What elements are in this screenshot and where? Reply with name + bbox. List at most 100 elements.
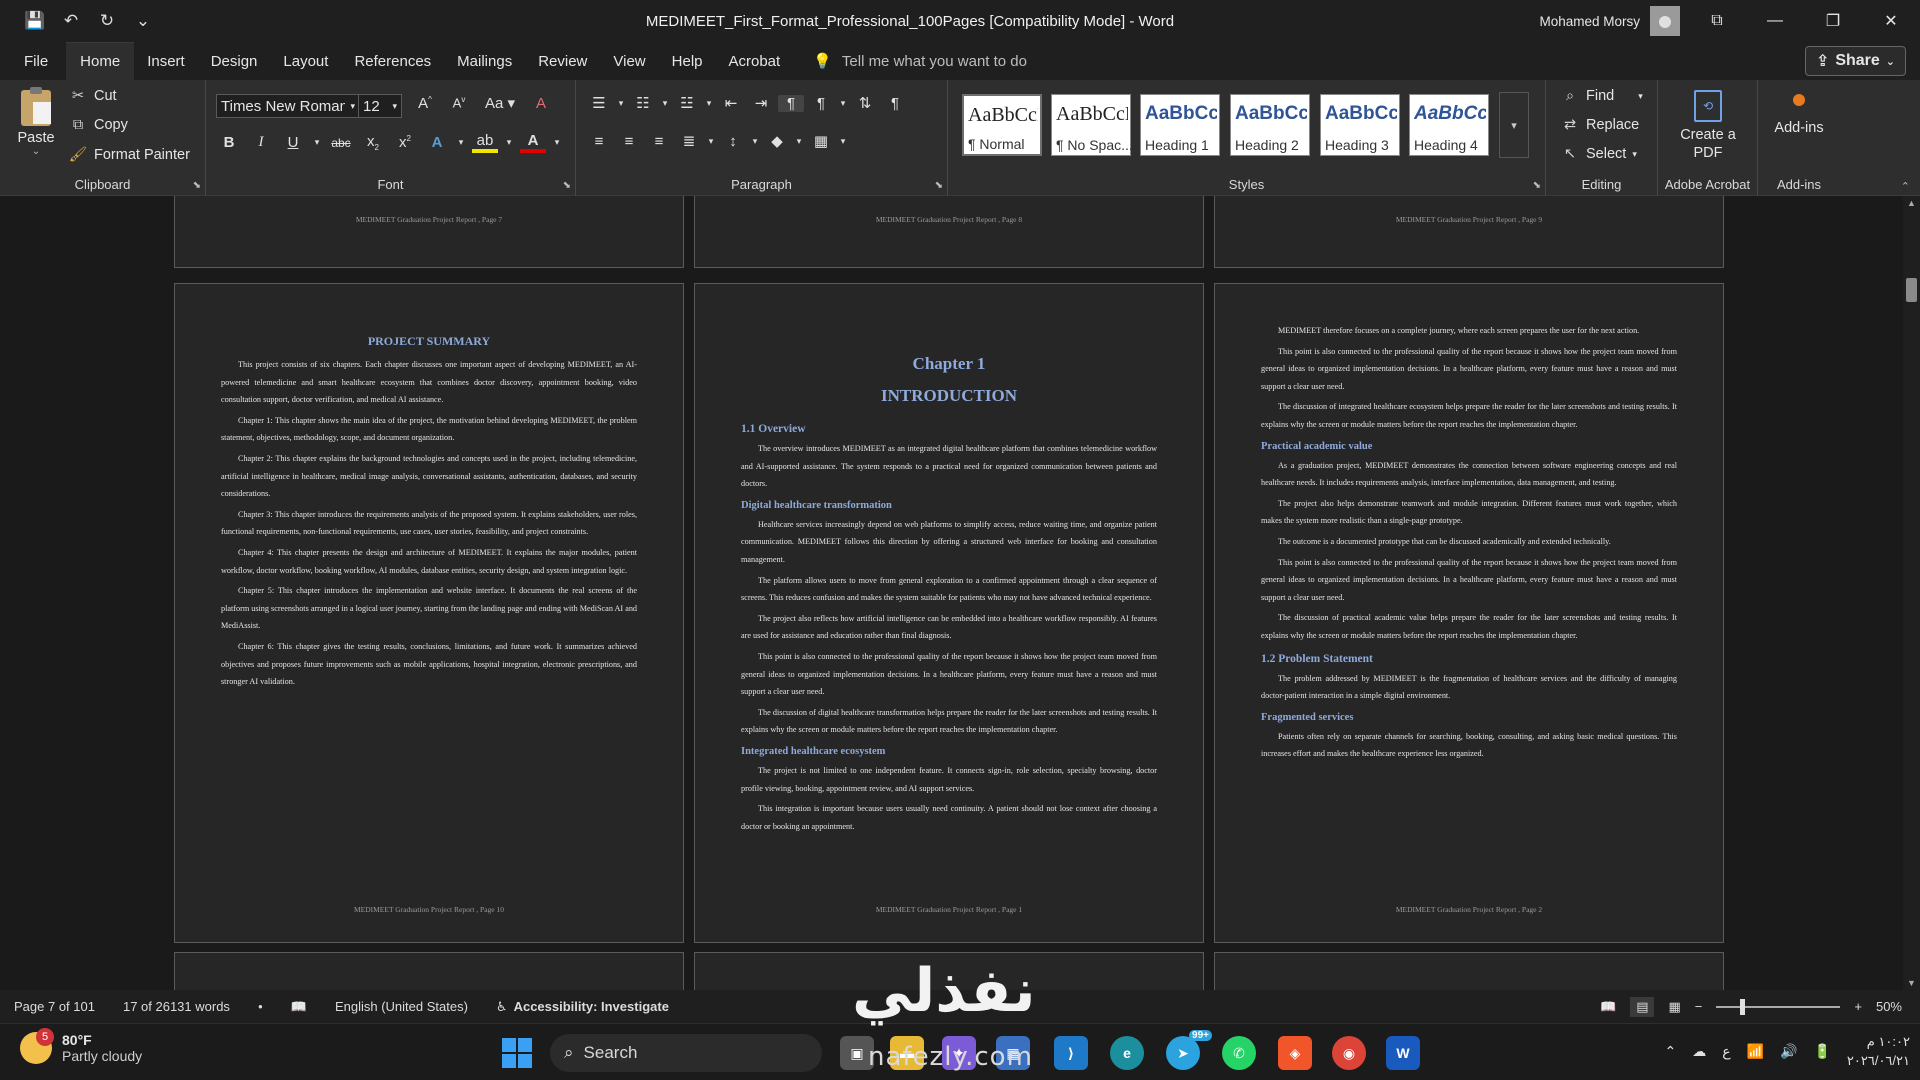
chevron-down-icon[interactable]: ▾: [838, 136, 848, 147]
font-size-combo[interactable]: 12 ▾: [358, 94, 402, 118]
sort-icon[interactable]: ⇅: [852, 94, 878, 112]
paste-button[interactable]: Paste ⌄: [14, 87, 58, 157]
style-heading-2[interactable]: AaBbCcD Heading 2: [1230, 94, 1310, 156]
style-normal[interactable]: AaBbCcI ¶ Normal: [962, 94, 1042, 156]
minimize-button[interactable]: —: [1746, 0, 1804, 42]
cloud-icon[interactable]: ☁: [1692, 1043, 1706, 1060]
input-language[interactable]: ع: [1722, 1043, 1730, 1060]
strikethrough-icon[interactable]: abc: [328, 136, 354, 150]
redo-icon[interactable]: ↻: [96, 11, 118, 31]
replace-button[interactable]: ⇄ Replace: [1560, 117, 1639, 133]
brave-icon[interactable]: ◈: [1278, 1036, 1312, 1070]
chevron-down-icon[interactable]: ▾: [312, 137, 322, 148]
select-button[interactable]: ↖ Select ▾: [1560, 146, 1637, 162]
proofing-icon[interactable]: 📖: [291, 999, 307, 1015]
maximize-button[interactable]: ❐: [1804, 0, 1862, 42]
line-spacing-icon[interactable]: ↕: [720, 133, 746, 150]
clock[interactable]: ١٠:٠٢ م ٢٠٢٦/٠٦/٢١: [1847, 1032, 1910, 1070]
create-pdf-button[interactable]: ⟲ Create a PDF: [1674, 90, 1742, 162]
tab-review[interactable]: Review: [525, 42, 600, 80]
web-layout-icon[interactable]: ▦: [1668, 999, 1680, 1015]
align-center-icon[interactable]: ≡: [616, 133, 642, 150]
underline-icon[interactable]: U: [280, 134, 306, 151]
clear-formatting-icon[interactable]: A: [528, 95, 554, 112]
accessibility-status[interactable]: ♿ Accessibility: Investigate: [496, 999, 669, 1015]
tell-me-search[interactable]: 💡 Tell me what you want to do: [813, 52, 1027, 71]
font-name-combo[interactable]: Times New Roman ▾: [216, 94, 360, 118]
superscript-icon[interactable]: x2: [392, 134, 418, 151]
save-icon[interactable]: 💾: [24, 11, 46, 31]
chevron-down-icon[interactable]: ▾: [456, 137, 466, 148]
style-heading-4[interactable]: AaBbCcD Heading 4: [1409, 94, 1489, 156]
subscript-icon[interactable]: x2: [360, 133, 386, 152]
cut-button[interactable]: ✂ Cut: [68, 88, 117, 104]
battery-icon[interactable]: 🔋: [1813, 1043, 1830, 1060]
chevron-down-icon[interactable]: ▾: [660, 98, 670, 109]
add-ins-button[interactable]: Add-ins: [1766, 94, 1832, 136]
taskbar-search[interactable]: ⌕ Search: [550, 1034, 822, 1072]
vscode-icon[interactable]: ⟩: [1054, 1036, 1088, 1070]
shrink-font-icon[interactable]: Av: [446, 95, 472, 110]
bold-icon[interactable]: B: [216, 134, 242, 151]
vertical-scrollbar[interactable]: ▲ ▼: [1903, 196, 1920, 990]
multilevel-list-icon[interactable]: ☳: [674, 94, 700, 112]
chevron-down-icon[interactable]: ▾: [794, 136, 804, 147]
whatsapp-icon[interactable]: ✆: [1222, 1036, 1256, 1070]
tab-design[interactable]: Design: [198, 42, 271, 80]
dialog-launcher-icon[interactable]: ⬊: [193, 180, 201, 191]
tab-help[interactable]: Help: [659, 42, 716, 80]
style-no-spacing[interactable]: AaBbCcDc ¶ No Spac...: [1051, 94, 1133, 156]
tab-insert[interactable]: Insert: [134, 42, 198, 80]
customize-qat-icon[interactable]: ⌄: [132, 11, 154, 31]
tab-mailings[interactable]: Mailings: [444, 42, 525, 80]
find-button[interactable]: ⌕ Find ▾: [1560, 88, 1643, 104]
start-icon[interactable]: [502, 1038, 532, 1068]
decrease-indent-icon[interactable]: ⇤: [718, 94, 744, 112]
avatar[interactable]: [1650, 6, 1680, 36]
font-color-icon[interactable]: A: [520, 132, 546, 153]
ribbon-display-options-icon[interactable]: ⧉: [1688, 0, 1746, 42]
tab-home[interactable]: Home: [66, 42, 135, 80]
chevron-down-icon[interactable]: ▾: [616, 98, 626, 109]
shading-icon[interactable]: ◆: [764, 132, 790, 150]
chevron-down-icon[interactable]: ▾: [552, 137, 562, 148]
chevron-up-icon[interactable]: ⌃: [1665, 1043, 1677, 1060]
chevron-down-icon[interactable]: ▾: [504, 137, 514, 148]
bullets-icon[interactable]: ☰: [586, 94, 612, 112]
chevron-down-icon[interactable]: ▾: [750, 136, 760, 147]
text-effects-icon[interactable]: A: [424, 134, 450, 151]
align-left-icon[interactable]: ≡: [586, 133, 612, 150]
language-status[interactable]: English (United States): [335, 999, 468, 1014]
show-formatting-icon[interactable]: ¶: [882, 95, 908, 112]
zoom-level[interactable]: 50%: [1876, 999, 1902, 1014]
chrome-icon[interactable]: ◉: [1332, 1036, 1366, 1070]
print-layout-icon[interactable]: ▤: [1630, 996, 1655, 1017]
tab-acrobat[interactable]: Acrobat: [716, 42, 794, 80]
tab-view[interactable]: View: [600, 42, 658, 80]
zoom-slider[interactable]: [1716, 998, 1841, 1015]
weather-widget[interactable]: 5 80°F Partly cloudy: [20, 1028, 142, 1064]
edge-icon[interactable]: e: [1110, 1036, 1144, 1070]
styles-gallery-more-button[interactable]: ▾: [1499, 92, 1529, 158]
align-right-icon[interactable]: ≡: [646, 133, 672, 150]
wifi-icon[interactable]: 📶: [1747, 1043, 1764, 1060]
format-painter-button[interactable]: 🖌 Format Painter: [68, 146, 190, 164]
justify-icon[interactable]: ≣: [676, 132, 702, 150]
telegram-icon[interactable]: ➤ 99+: [1166, 1030, 1212, 1070]
chevron-down-icon[interactable]: ▾: [838, 98, 848, 109]
document-canvas[interactable]: MEDIMEET Graduation Project Report , Pag…: [0, 196, 1903, 990]
grow-font-icon[interactable]: A^: [412, 95, 438, 112]
italic-icon[interactable]: I: [248, 134, 274, 151]
tab-layout[interactable]: Layout: [270, 42, 341, 80]
macro-recording-icon[interactable]: ●: [258, 1002, 263, 1011]
increase-indent-icon[interactable]: ⇥: [748, 94, 774, 112]
highlight-icon[interactable]: ab: [472, 132, 498, 153]
scroll-down-icon[interactable]: ▼: [1903, 978, 1920, 988]
word-icon[interactable]: W: [1386, 1036, 1420, 1070]
scroll-up-icon[interactable]: ▲: [1903, 198, 1920, 208]
zoom-out-icon[interactable]: −: [1695, 999, 1703, 1014]
style-heading-3[interactable]: AaBbCcD Heading 3: [1320, 94, 1400, 156]
volume-icon[interactable]: 🔊: [1780, 1043, 1797, 1060]
zoom-in-icon[interactable]: +: [1854, 999, 1862, 1014]
style-heading-1[interactable]: AaBbCcl Heading 1: [1140, 94, 1220, 156]
